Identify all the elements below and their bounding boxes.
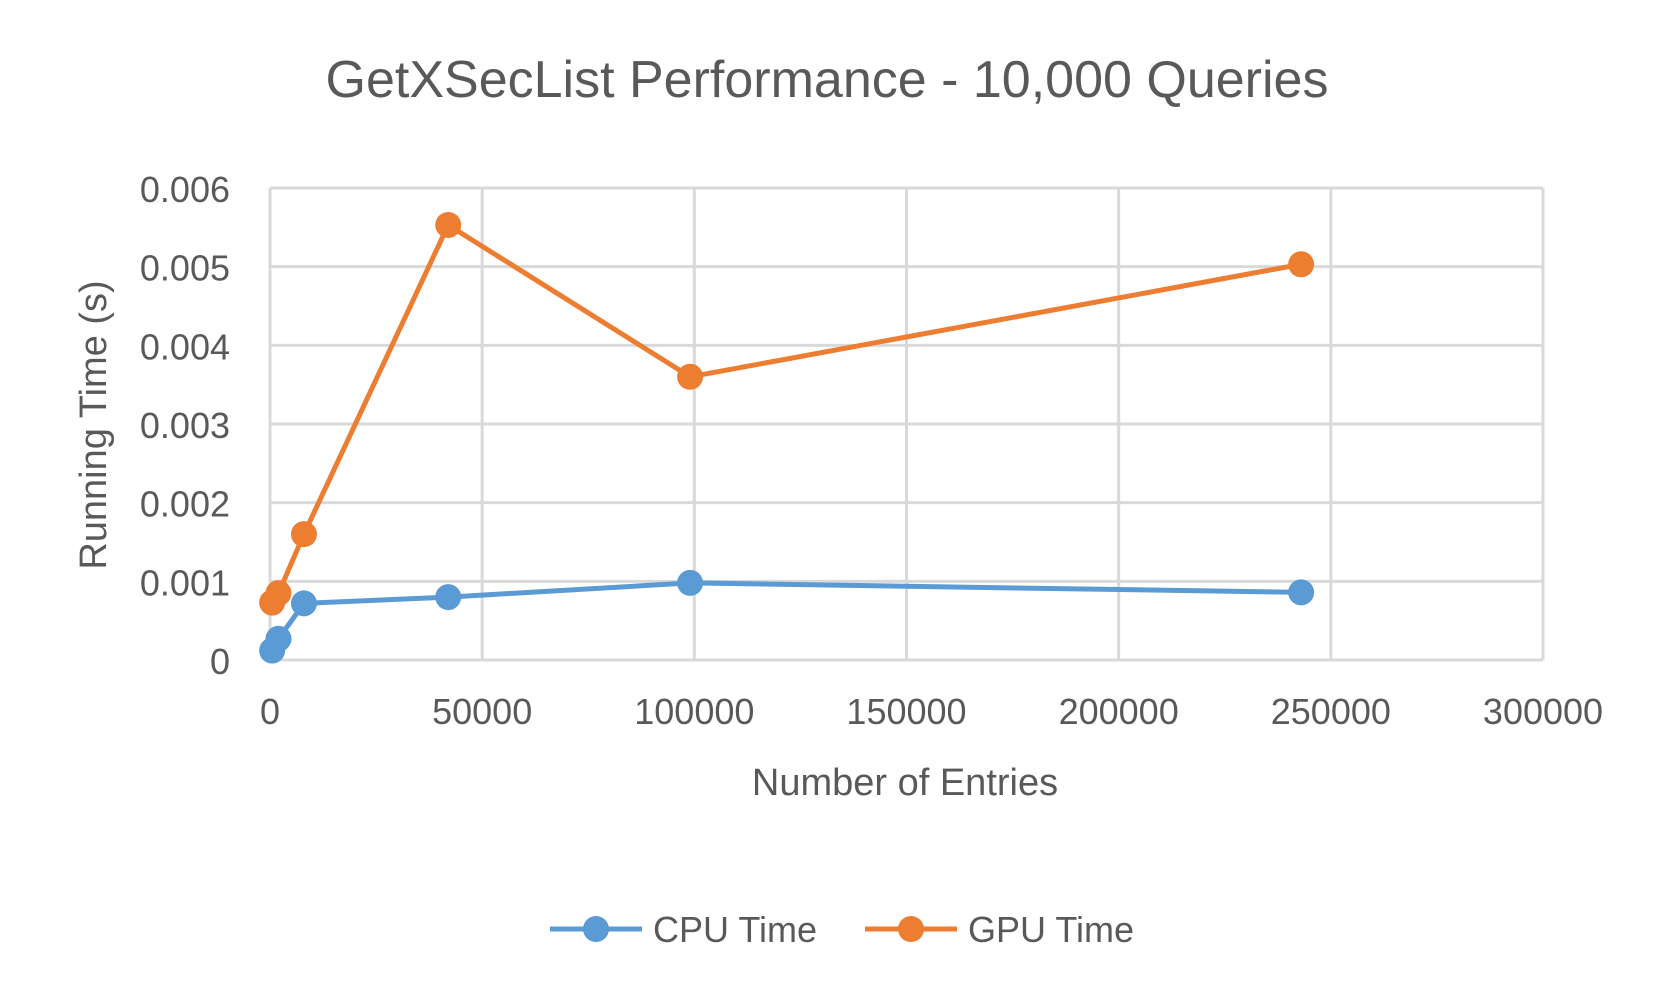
y-tick-label: 0.001: [140, 562, 230, 603]
data-series: [259, 211, 1315, 664]
x-tick-label: 250000: [1271, 691, 1391, 732]
y-axis-label: Running Time (s): [73, 280, 115, 569]
legend-label-cpu: CPU Time: [653, 909, 817, 950]
line-chart: GetXSecList Performance - 10,000 Queries…: [73, 51, 1603, 950]
y-tick-label: 0.002: [140, 484, 230, 525]
data-point-cpu: [677, 569, 704, 596]
x-tick-label: 300000: [1483, 691, 1603, 732]
data-point-cpu: [290, 590, 317, 617]
x-tick-label: 50000: [432, 691, 532, 732]
series-line-cpu: [269, 580, 1304, 654]
legend: CPU Time GPU Time: [550, 909, 1134, 950]
data-point-cpu: [265, 625, 292, 652]
data-point-cpu: [435, 584, 462, 611]
data-point-gpu: [677, 363, 704, 390]
x-tick-label: 100000: [634, 691, 754, 732]
x-tick-label: 150000: [846, 691, 966, 732]
chart-container: GetXSecList Performance - 10,000 Queries…: [0, 0, 1654, 990]
x-axis-label: Number of Entries: [752, 762, 1058, 804]
gridlines: [268, 186, 1545, 662]
y-tick-label: 0.005: [140, 248, 230, 289]
series-line-gpu: [269, 222, 1304, 606]
y-tick-label: 0.004: [140, 326, 230, 367]
x-tick-label: 0: [260, 691, 280, 732]
y-tick-label: 0.003: [140, 405, 230, 446]
legend-marker-cpu: [583, 916, 609, 942]
data-point-gpu: [265, 580, 292, 607]
legend-label-gpu: GPU Time: [968, 909, 1134, 950]
chart-title: GetXSecList Performance - 10,000 Queries: [326, 51, 1329, 109]
tick-labels: 0 0.001 0.002 0.003 0.004 0.005 0.006 0 50000 100…: [140, 169, 1603, 732]
y-tick-label: 0.006: [140, 169, 230, 210]
legend-marker-gpu: [898, 916, 924, 942]
y-tick-label: 0: [210, 641, 230, 682]
data-point-gpu: [435, 211, 462, 238]
data-point-gpu: [290, 521, 317, 548]
data-point-gpu: [1288, 251, 1315, 278]
data-point-cpu: [1288, 579, 1315, 606]
x-tick-label: 200000: [1059, 691, 1179, 732]
